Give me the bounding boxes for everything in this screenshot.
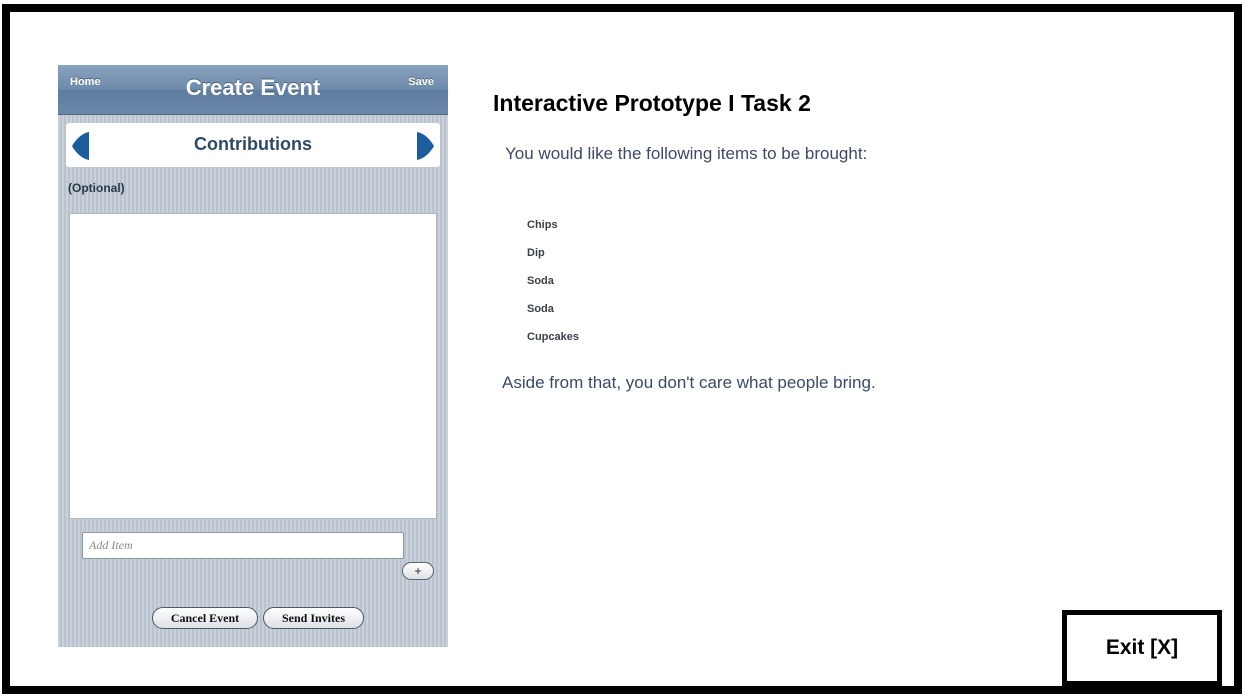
task-intro: You would like the following items to be… bbox=[505, 144, 868, 163]
phone-mockup: Home Create Event Save Contributions (Op… bbox=[58, 65, 448, 647]
list-item: Soda bbox=[527, 303, 554, 315]
task-outro: Aside from that, you don't care what peo… bbox=[502, 373, 876, 392]
task-title: Interactive Prototype I Task 2 bbox=[493, 90, 811, 116]
section-title: Contributions bbox=[194, 134, 312, 154]
list-item: Cupcakes bbox=[527, 331, 579, 343]
cancel-event-button[interactable]: Cancel Event bbox=[152, 607, 258, 629]
nav-title: Create Event bbox=[185, 75, 321, 100]
required-items-list: Chips Dip Soda Soda Cupcakes bbox=[527, 218, 579, 358]
add-item-input[interactable] bbox=[82, 532, 404, 559]
add-item-button[interactable]: + bbox=[402, 562, 434, 580]
list-item: Chips bbox=[527, 219, 558, 231]
contributions-list[interactable] bbox=[69, 213, 437, 519]
exit-button[interactable]: Exit [X] bbox=[1062, 610, 1222, 686]
right-arrow-icon[interactable] bbox=[415, 130, 437, 162]
list-item: Soda bbox=[527, 275, 554, 287]
save-button[interactable]: Save bbox=[408, 76, 434, 88]
nav-bar: Home Create Event Save bbox=[58, 65, 448, 115]
section-header: Contributions bbox=[66, 123, 440, 167]
optional-label: (Optional) bbox=[68, 181, 125, 195]
send-invites-button[interactable]: Send Invites bbox=[263, 607, 364, 629]
list-item: Dip bbox=[527, 247, 545, 259]
